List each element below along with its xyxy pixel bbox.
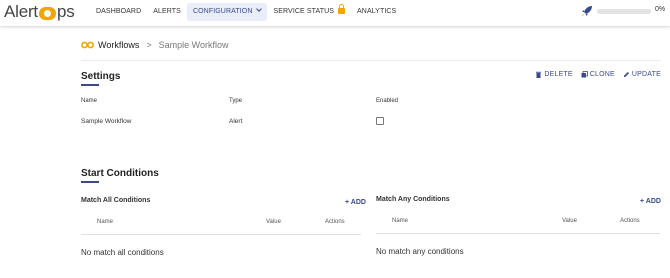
clone-button[interactable]: CLONE [581,71,615,78]
nav-configuration-label: CONFIGURATION [192,8,253,15]
divider [81,60,661,61]
nav-configuration[interactable]: CONFIGURATION [186,3,268,21]
col-name-header: Name [81,98,98,104]
workflow-type-value: Alert [229,118,243,125]
match-all-col-value: Value [266,219,281,225]
match-any-header-rule [376,233,660,234]
nav-alerts[interactable]: ALERTS [147,3,187,21]
add-match-all-button[interactable]: + ADD [345,199,366,206]
match-any-empty-text: No match any conditions [376,247,464,256]
lock-icon [338,4,346,14]
copy-icon [581,71,588,78]
logo-text-left: Alert [4,2,38,21]
setup-progress-text: 0% [655,6,666,13]
match-any-col-value: Value [562,218,577,224]
pencil-icon [623,72,629,77]
nav-service-status-label: SERVICE STATUS [273,8,335,15]
main-nav: DASHBOARD ALERTS CONFIGURATION SERVICE S… [90,3,402,21]
logo-text-right: ps [56,2,75,21]
match-any-col-name: Name [392,218,409,224]
settings-title: Settings [81,71,121,82]
workflow-icon [81,41,94,49]
match-all-col-name: Name [97,219,114,225]
breadcrumb-separator: > [146,40,152,50]
settings-title-underline [81,84,99,86]
nav-dashboard[interactable]: DASHBOARD [90,3,147,21]
nav-analytics[interactable]: ANALYTICS [351,3,402,21]
add-match-any-button[interactable]: + ADD [640,198,661,205]
match-any-col-actions: Actions [620,218,640,224]
update-button[interactable]: UPDATE [623,71,661,78]
settings-actions: DELETE CLONE UPDATE [527,71,661,78]
workflow-name-value: Sample Workflow [81,118,132,125]
trash-icon [536,71,542,78]
breadcrumb-current: Sample Workflow [158,40,229,50]
match-all-col-actions: Actions [325,219,345,225]
setup-progress-bar [597,9,651,14]
alertops-logo[interactable]: Alert ps [4,2,75,22]
top-navbar: Alert ps DASHBOARD ALERTS CONFIGURATION … [0,0,670,26]
chevron-down-icon [256,6,263,12]
nav-service-status[interactable]: SERVICE STATUS [267,3,351,21]
breadcrumb-workflows[interactable]: Workflows [98,40,139,50]
match-any-title: Match Any Conditions [376,196,450,203]
logo-o-icon [38,6,56,20]
rocket-icon[interactable] [581,5,593,17]
update-label: UPDATE [631,71,661,78]
col-type-header: Type [229,98,243,104]
start-conditions-underline [81,181,99,183]
match-all-empty-text: No match all conditions [81,248,164,257]
delete-label: DELETE [544,71,573,78]
match-all-header-rule [81,234,361,235]
delete-button[interactable]: DELETE [535,71,573,78]
breadcrumb: Workflows > Sample Workflow [81,39,228,51]
clone-label: CLONE [589,71,615,78]
col-enabled-header: Enabled [376,98,399,104]
match-all-title: Match All Conditions [81,197,151,204]
enabled-checkbox[interactable] [376,117,384,125]
start-conditions-title: Start Conditions [81,168,159,179]
